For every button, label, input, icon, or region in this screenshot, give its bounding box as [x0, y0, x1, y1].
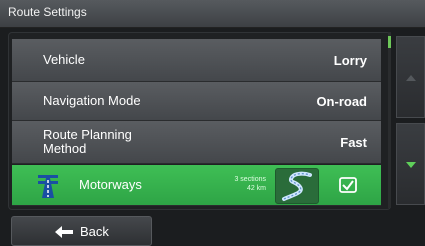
winding-road-icon [282, 171, 312, 201]
scrollbar-thumb[interactable] [388, 36, 391, 48]
vehicle-label: Vehicle [43, 52, 85, 67]
list-item-route-planning-method[interactable]: Route Planning Method Fast [12, 121, 381, 164]
list-item-motorways[interactable]: Motorways 3 sections 42 km [12, 165, 381, 206]
motorway-icon [38, 175, 58, 198]
navigation-mode-label: Navigation Mode [43, 93, 141, 108]
motorways-checkbox[interactable] [326, 169, 370, 201]
route-planning-line2: Method [43, 141, 87, 156]
back-label: Back [80, 224, 109, 239]
chevron-up-icon [406, 75, 416, 81]
title-bar: Route Settings [0, 0, 425, 28]
back-button[interactable]: Back [11, 216, 152, 246]
scroll-down-button[interactable] [396, 123, 425, 205]
scrollbar-track[interactable] [388, 32, 391, 208]
winding-road-button[interactable] [275, 168, 319, 204]
route-planning-method-label: Route Planning Method [43, 128, 132, 156]
sections-count: 3 sections [234, 176, 266, 183]
vehicle-value: Lorry [333, 53, 367, 68]
arrow-left-icon [55, 226, 73, 238]
chevron-down-icon [406, 162, 416, 168]
motorways-stats: 3 sections 42 km [221, 175, 266, 193]
route-distance: 42 km [246, 185, 266, 192]
checkbox-checked-icon [339, 177, 357, 193]
page-title: Route Settings [8, 5, 87, 19]
motorways-label: Motorways [79, 177, 142, 192]
scroll-up-button[interactable] [396, 36, 425, 118]
route-planning-method-value: Fast [340, 135, 367, 150]
list-item-vehicle[interactable]: Vehicle Lorry [12, 39, 381, 82]
list-item-navigation-mode[interactable]: Navigation Mode On-road [12, 82, 381, 121]
route-planning-line1: Route Planning [43, 127, 132, 142]
navigation-mode-value: On-road [316, 94, 367, 109]
